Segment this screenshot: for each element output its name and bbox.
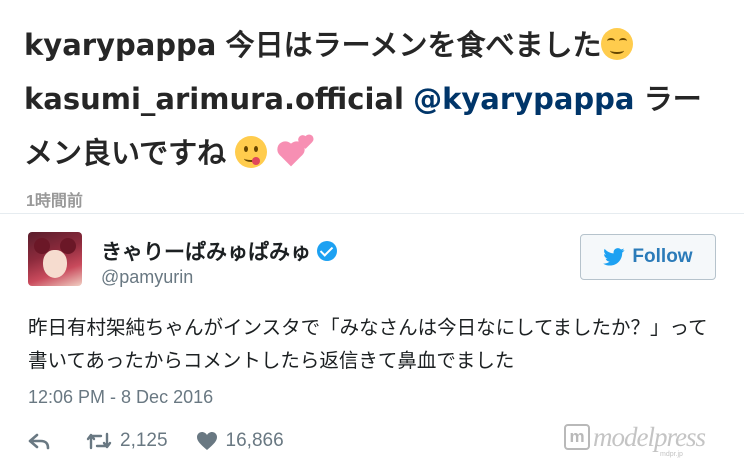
modelpress-watermark: m modelpress mdpr.jp (564, 422, 706, 462)
comment-1: kyarypappa 今日はラーメンを食べました (24, 18, 724, 72)
two-hearts-emoji-icon (277, 135, 313, 167)
reply-icon (28, 433, 50, 450)
screenshot: kyarypappa 今日はラーメンを食べました kasumi_arimura.… (0, 0, 744, 471)
comment-2: kasumi_arimura.official @kyarypappa ラーメン… (24, 72, 724, 180)
reply-button[interactable] (28, 432, 58, 450)
tweet-date-link[interactable]: 12:06 PM - 8 Dec 2016 (28, 387, 213, 408)
tweet-actions: 2,125 16,866 (28, 428, 312, 454)
display-name-text: きゃりーぱみゅぱみゅ (101, 240, 311, 264)
follow-label: Follow (632, 246, 693, 267)
comment-timestamp: 1時間前 (26, 193, 83, 210)
twitter-bird-icon (603, 248, 625, 266)
avatar[interactable] (28, 232, 82, 286)
watermark-brand: modelpress (593, 422, 706, 452)
tweet-text: 昨日有村架純ちゃんがインスタで「みなさんは今日なにしてましたか？」って書いてあっ… (28, 316, 708, 372)
like-count: 16,866 (225, 430, 284, 451)
tweet-author-name[interactable]: きゃりーぱみゅぱみゅ (101, 236, 337, 266)
verified-badge-icon (317, 241, 337, 261)
comment-username[interactable]: kyarypappa (24, 28, 216, 62)
like-button[interactable]: 16,866 (196, 430, 284, 452)
modelpress-logo-icon: m (564, 424, 590, 450)
comment-text: 今日はラーメンを食べました (225, 28, 602, 62)
comment-username[interactable]: kasumi_arimura.official (24, 82, 404, 116)
retweet-button[interactable]: 2,125 (86, 430, 168, 452)
heart-icon (196, 432, 217, 450)
retweet-icon (86, 432, 112, 450)
instagram-comments: kyarypappa 今日はラーメンを食べました kasumi_arimura.… (0, 0, 744, 215)
follow-button[interactable]: Follow (580, 234, 716, 280)
retweet-count: 2,125 (120, 430, 168, 451)
relieved-smile-emoji-icon (601, 28, 634, 60)
watermark-sub: mdpr.jp (660, 451, 683, 458)
yum-face-emoji-icon (235, 136, 268, 168)
tweet-author-handle[interactable]: @pamyurin (101, 267, 193, 288)
comment-mention-link[interactable]: @kyarypappa (413, 82, 634, 116)
